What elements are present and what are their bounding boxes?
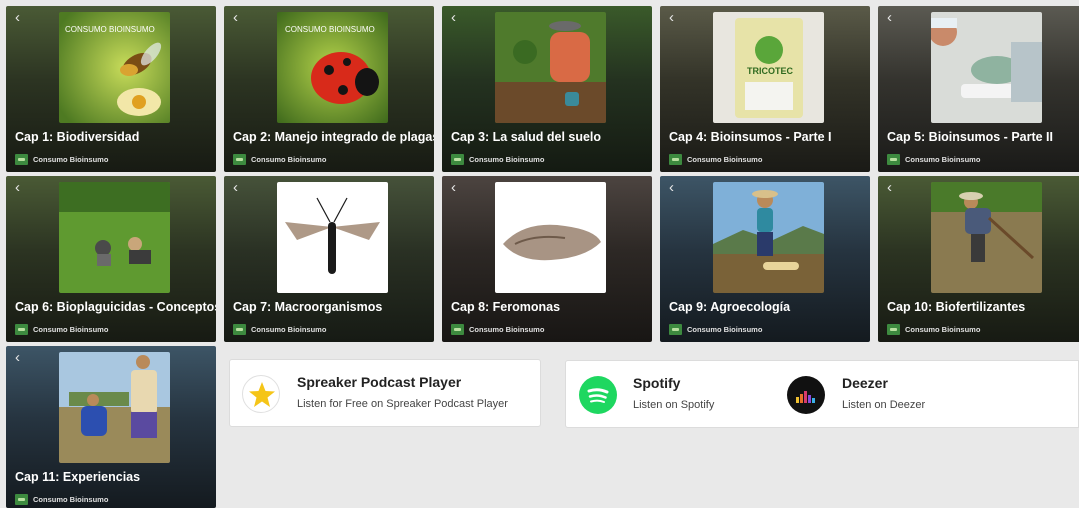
service-name: Deezer (842, 375, 888, 391)
publisher-logo-icon (451, 324, 464, 335)
publisher: Consumo Bioinsumo (233, 324, 326, 335)
publisher-logo-icon (15, 324, 28, 335)
episode-title: Cap 5: Bioinsumos - Parte II (887, 130, 1054, 144)
artwork-logo-text: CONSUMO BIOINSUMO (65, 25, 155, 34)
episode-card-8[interactable]: ‹ Cap 8: Feromonas Consumo Bioinsumo (442, 176, 652, 342)
episode-card-1[interactable]: ‹ CONSUMO BIOINSUMO Cap 1: Biodiversidad… (6, 6, 216, 172)
episode-title: Cap 11: Experiencias (15, 470, 141, 484)
artwork-logo-text: CONSUMO BIOINSUMO (285, 25, 375, 34)
episode-title: Cap 2: Manejo integrado de plagas (233, 130, 434, 144)
back-chevron-icon[interactable]: ‹ (451, 180, 456, 195)
publisher-name: Consumo Bioinsumo (251, 155, 327, 164)
publisher: Consumo Bioinsumo (15, 324, 108, 335)
episode-title: Cap 6: Bioplaguicidas - Conceptos (15, 300, 216, 314)
episode-card-11[interactable]: ‹ Cap 11: Experiencias Consumo Bioinsumo (6, 346, 216, 508)
publisher: Consumo Bioinsumo (451, 154, 544, 165)
artwork-logo-text: TRICOTEC (747, 66, 793, 76)
publisher-logo-icon (15, 494, 28, 505)
episode-card-5[interactable]: ‹ Cap 5: Bioinsumos - Parte II Consumo B… (878, 6, 1079, 172)
episode-title: Cap 9: Agroecología (669, 300, 791, 314)
episode-card-2[interactable]: ‹ CONSUMO BIOINSUMO Cap 2: Manejo integr… (224, 6, 434, 172)
services-panel: Spotify Listen on Spotify Deezer Listen … (565, 360, 1079, 428)
back-chevron-icon[interactable]: ‹ (669, 180, 674, 195)
publisher: Consumo Bioinsumo (233, 154, 326, 165)
publisher-logo-icon (887, 154, 900, 165)
publisher-name: Consumo Bioinsumo (251, 325, 327, 334)
publisher: Consumo Bioinsumo (15, 154, 108, 165)
publisher-name: Consumo Bioinsumo (33, 495, 109, 504)
episode-artwork-5 (931, 12, 1042, 123)
publisher-name: Consumo Bioinsumo (687, 325, 763, 334)
episode-artwork-11 (59, 352, 170, 463)
publisher-logo-icon (887, 324, 900, 335)
episode-artwork-2: CONSUMO BIOINSUMO (277, 12, 388, 123)
episode-artwork-6 (59, 182, 170, 293)
back-chevron-icon[interactable]: ‹ (15, 10, 20, 25)
publisher-logo-icon (15, 154, 28, 165)
back-chevron-icon[interactable]: ‹ (669, 10, 674, 25)
publisher-logo-icon (233, 154, 246, 165)
back-chevron-icon[interactable]: ‹ (233, 180, 238, 195)
publisher: Consumo Bioinsumo (887, 324, 980, 335)
publisher: Consumo Bioinsumo (451, 324, 544, 335)
service-subtitle: Listen on Spotify (633, 399, 715, 411)
back-chevron-icon[interactable]: ‹ (887, 10, 892, 25)
service-name: Spreaker Podcast Player (297, 374, 462, 390)
publisher: Consumo Bioinsumo (15, 494, 108, 505)
back-chevron-icon[interactable]: ‹ (887, 180, 892, 195)
episode-title: Cap 1: Biodiversidad (15, 130, 140, 144)
back-chevron-icon[interactable]: ‹ (451, 10, 456, 25)
publisher-name: Consumo Bioinsumo (469, 155, 545, 164)
episode-title: Cap 8: Feromonas (451, 300, 561, 314)
episode-artwork-1: CONSUMO BIOINSUMO (59, 12, 170, 123)
back-chevron-icon[interactable]: ‹ (15, 350, 20, 365)
episode-card-6[interactable]: ‹ Cap 6: Bioplaguicidas - Conceptos Cons… (6, 176, 216, 342)
episode-artwork-10 (931, 182, 1042, 293)
spreaker-link[interactable]: Spreaker Podcast Player Listen for Free … (229, 359, 541, 427)
service-subtitle: Listen on Deezer (842, 399, 926, 411)
publisher-logo-icon (669, 324, 682, 335)
episode-artwork-9 (713, 182, 824, 293)
spotify-link[interactable]: Spotify Listen on Spotify (566, 361, 771, 427)
publisher-logo-icon (451, 154, 464, 165)
episode-card-10[interactable]: ‹ Cap 10: Biofertilizantes Consumo Bioin… (878, 176, 1079, 342)
publisher-name: Consumo Bioinsumo (33, 155, 109, 164)
episode-title: Cap 7: Macroorganismos (233, 300, 383, 314)
deezer-icon (787, 376, 825, 414)
publisher-name: Consumo Bioinsumo (687, 155, 763, 164)
publisher: Consumo Bioinsumo (669, 324, 762, 335)
episode-title: Cap 3: La salud del suelo (451, 130, 602, 144)
episode-title: Cap 10: Biofertilizantes (887, 300, 1026, 314)
back-chevron-icon[interactable]: ‹ (15, 180, 20, 195)
episode-card-9[interactable]: ‹ Cap 9: Agroecología Consumo Bioinsumo (660, 176, 870, 342)
episode-card-4[interactable]: ‹ TRICOTEC Cap 4: Bioinsumos - Parte I C… (660, 6, 870, 172)
episode-title: Cap 4: Bioinsumos - Parte I (669, 130, 832, 144)
publisher-name: Consumo Bioinsumo (33, 325, 109, 334)
service-name: Spotify (633, 375, 681, 391)
episode-artwork-7 (277, 182, 388, 293)
publisher-name: Consumo Bioinsumo (469, 325, 545, 334)
episode-card-3[interactable]: ‹ Cap 3: La salud del suelo Consumo Bioi… (442, 6, 652, 172)
publisher: Consumo Bioinsumo (669, 154, 762, 165)
publisher: Consumo Bioinsumo (887, 154, 980, 165)
episode-artwork-8 (495, 182, 606, 293)
service-subtitle: Listen for Free on Spreaker Podcast Play… (297, 398, 508, 410)
publisher-name: Consumo Bioinsumo (905, 155, 981, 164)
star-icon (242, 375, 280, 413)
back-chevron-icon[interactable]: ‹ (233, 10, 238, 25)
publisher-logo-icon (669, 154, 682, 165)
deezer-link[interactable]: Deezer Listen on Deezer (778, 361, 1078, 427)
episode-artwork-4: TRICOTEC (713, 12, 824, 123)
publisher-logo-icon (233, 324, 246, 335)
episode-card-7[interactable]: ‹ Cap 7: Macroorganismos Consumo Bioinsu… (224, 176, 434, 342)
publisher-name: Consumo Bioinsumo (905, 325, 981, 334)
episode-artwork-3 (495, 12, 606, 123)
spotify-icon (579, 376, 617, 414)
